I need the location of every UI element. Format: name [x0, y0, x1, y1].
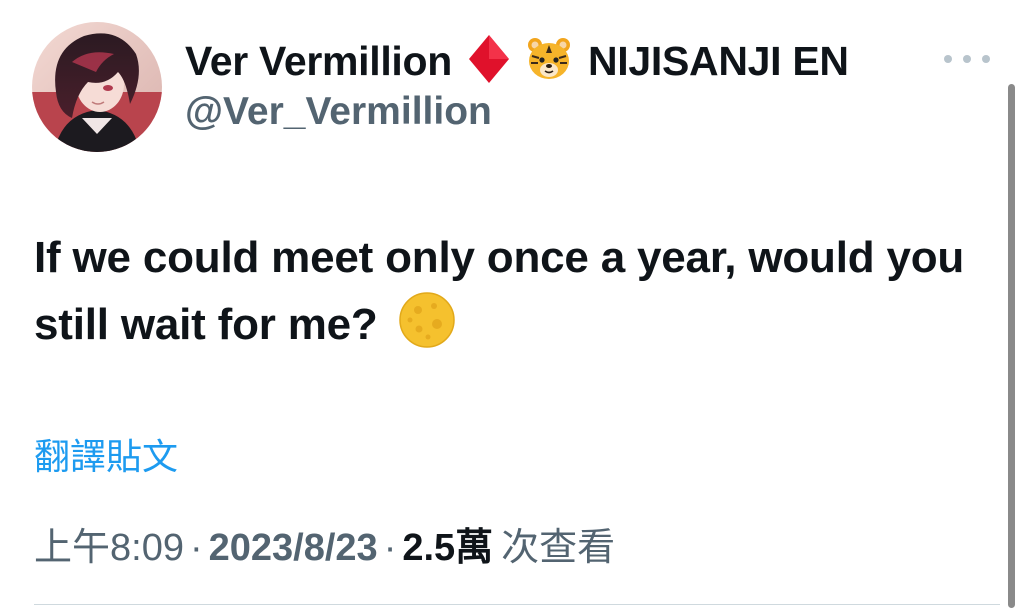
display-name[interactable]: Ver Vermillion	[185, 38, 452, 85]
views-label: 次查看	[501, 527, 616, 569]
meta-separator: ·	[383, 527, 397, 569]
scrollbar[interactable]	[1008, 84, 1015, 608]
tweet-page: Ver Vermillion NIJISANJI EN @Ver_Vermill…	[0, 0, 1024, 608]
views-count[interactable]: 2.5萬	[402, 516, 493, 571]
tiger-icon	[526, 36, 572, 87]
diamond-icon	[468, 34, 510, 89]
tweet-meta: 上午8:09 · 2023/8/23 · 2.5萬 次查看	[34, 516, 615, 571]
avatar-image	[32, 22, 162, 152]
translate-post-link[interactable]: 翻譯貼文	[34, 428, 178, 480]
author-name-row: Ver Vermillion NIJISANJI EN	[185, 34, 849, 88]
divider	[34, 604, 1000, 605]
more-dot-icon	[963, 55, 971, 63]
tweet-date[interactable]: 2023/8/23	[209, 527, 378, 570]
more-options-button[interactable]	[944, 47, 990, 71]
tweet-text: If we could meet only once a year, would…	[34, 233, 965, 349]
more-dot-icon	[944, 55, 952, 63]
moon-icon	[398, 291, 456, 368]
tweet-time[interactable]: 上午8:09	[34, 516, 184, 571]
affiliation-label: NIJISANJI EN	[588, 37, 849, 84]
more-dot-icon	[982, 55, 990, 63]
meta-separator: ·	[189, 527, 203, 569]
user-handle[interactable]: @Ver_Vermillion	[185, 90, 492, 134]
tweet-body: If we could meet only once a year, would…	[34, 224, 996, 368]
avatar[interactable]	[32, 22, 162, 152]
